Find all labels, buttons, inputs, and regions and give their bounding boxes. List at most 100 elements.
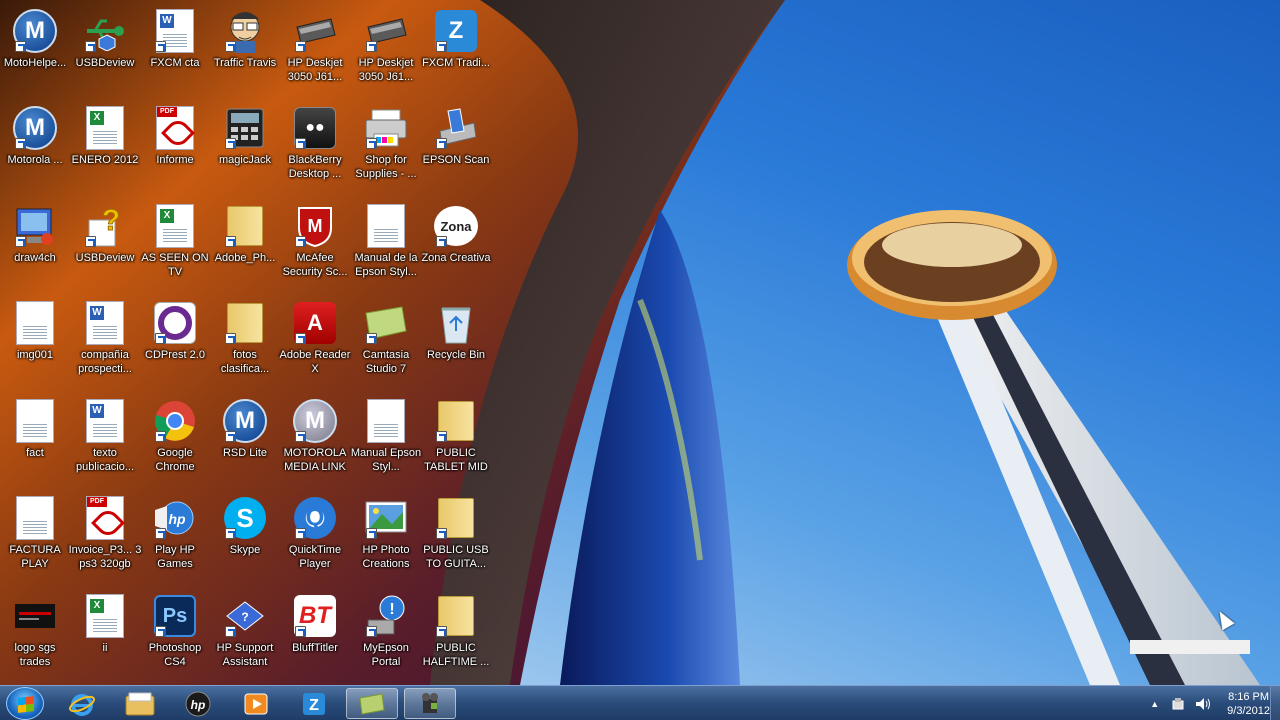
desktop-icon[interactable]: M MotoHelpe... [0, 8, 70, 98]
shortcut-arrow-icon [225, 431, 236, 442]
folder-icon [432, 593, 480, 639]
desktop-icon[interactable]: ●● BlackBerry Desktop ... [280, 105, 350, 195]
word-icon [81, 398, 129, 444]
epson-icon [432, 105, 480, 151]
desktop-icon-label: HP Photo Creations [362, 544, 410, 570]
desktop-icon[interactable]: logo sgs trades [0, 593, 70, 683]
show-desktop-button[interactable] [1270, 686, 1280, 720]
desktop-icon[interactable]: USBDeview [70, 8, 140, 98]
desktop-icon[interactable]: S Skype [210, 495, 280, 585]
shortcut-arrow-icon [366, 626, 377, 637]
bluff-icon: BT [291, 593, 339, 639]
desktop-icon-label: fotos clasifica... [220, 349, 270, 375]
desktop-icon[interactable]: Google Chrome [140, 398, 210, 488]
shortcut-arrow-icon [366, 528, 377, 539]
desktop-icon[interactable]: EPSON Scan [421, 105, 491, 195]
shortcut-arrow-icon [85, 41, 96, 52]
shortcut-arrow-icon [436, 41, 447, 52]
folder-icon [221, 203, 269, 249]
media-player-taskbar-button[interactable] [230, 688, 282, 719]
reader-icon: A [291, 300, 339, 346]
desktop-icon[interactable]: BT BluffTitler [280, 593, 350, 683]
fxcm-taskbar-button[interactable]: Z [288, 688, 340, 719]
desktop-icon[interactable]: FXCM cta [140, 8, 210, 98]
desktop-icon[interactable]: Z FXCM Tradi... [421, 8, 491, 98]
desktop-icon[interactable]: HP Deskjet 3050 J61... [351, 8, 421, 98]
shortcut-arrow-icon [155, 41, 166, 52]
desktop-icon[interactable]: Informe [140, 105, 210, 195]
desktop-icon[interactable]: Traffic Travis [210, 8, 280, 98]
desktop-icon[interactable]: ? HP Support Assistant [210, 593, 280, 683]
desktop-icon[interactable]: fotos clasifica... [210, 300, 280, 390]
shortcut-arrow-icon [155, 528, 166, 539]
desktop-icon[interactable]: Adobe_Ph... [210, 203, 280, 293]
desktop-icon[interactable]: compañia prospecti... [70, 300, 140, 390]
desktop-icon[interactable]: texto publicacio... [70, 398, 140, 488]
taskbar: hp Z ▲ 8:16 PM 9/3/2012 [0, 685, 1280, 720]
desktop-icon[interactable]: Invoice_P3... 3 ps3 320gb [68, 495, 142, 585]
desktop-icon-label: PUBLIC USB TO GUITA... [423, 544, 489, 570]
desktop-icon[interactable]: HP Photo Creations [351, 495, 421, 585]
desktop-icon[interactable]: ! MyEpson Portal [351, 593, 421, 683]
desktop-icon[interactable]: hp Play HP Games [140, 495, 210, 585]
desktop-icon[interactable]: HP Deskjet 3050 J61... [280, 8, 350, 98]
shortcut-arrow-icon [155, 626, 166, 637]
desktop-icon[interactable]: Ps Photoshop CS4 [140, 593, 210, 683]
desktop-icon-label: Play HP Games [155, 544, 195, 570]
desktop-icon-label: Motorola ... [7, 154, 63, 166]
pdf-icon [81, 495, 129, 541]
desktop-icon[interactable]: img001 [0, 300, 70, 390]
desktop-icon[interactable]: ENERO 2012 [70, 105, 140, 195]
desktop-icon[interactable]: Manual Epson Styl... [351, 398, 421, 488]
desktop-icon[interactable]: M McAfee Security Sc... [280, 203, 350, 293]
svg-text:hp: hp [191, 698, 206, 712]
desktop-icon[interactable]: M RSD Lite [210, 398, 280, 488]
shortcut-arrow-icon [295, 333, 306, 344]
camtasia-recorder-taskbar-button[interactable] [404, 688, 456, 719]
desktop-icon[interactable]: AS SEEN ON TV [140, 203, 210, 293]
desktop-icon-label: Camtasia Studio 7 [362, 349, 410, 375]
desktop-icon[interactable]: Shop for Supplies - ... [351, 105, 421, 195]
desktop-icon[interactable]: A Adobe Reader X [280, 300, 350, 390]
fxcm-icon: Z [432, 8, 480, 54]
start-button[interactable] [6, 687, 44, 720]
hp-taskbar-button[interactable]: hp [172, 688, 224, 719]
desktop-icon[interactable]: Camtasia Studio 7 [351, 300, 421, 390]
clock[interactable]: 8:16 PM 9/3/2012 [1227, 690, 1270, 718]
desktop-icon[interactable]: ii [70, 593, 140, 683]
camtasia-taskbar-button[interactable] [346, 688, 398, 719]
internet-explorer-taskbar-button[interactable] [56, 688, 108, 719]
desktop-icon[interactable]: CDPrest 2.0 [140, 300, 210, 390]
desktop-icon[interactable]: FACTURA PLAY [0, 495, 70, 585]
show-hidden-icons-arrow-icon[interactable]: ▲ [1150, 699, 1159, 709]
desktop-icon-label: BluffTitler [292, 642, 338, 654]
shortcut-arrow-icon [85, 236, 96, 247]
desktop-icon[interactable]: PUBLIC HALFTIME ... [421, 593, 491, 683]
safely-remove-hardware-icon[interactable] [1171, 697, 1185, 711]
desktop-icon[interactable]: PUBLIC USB TO GUITA... [421, 495, 491, 585]
desktop-icon-label: MotoHelpe... [3, 57, 67, 69]
windows-explorer-taskbar-button[interactable] [114, 688, 166, 719]
ie-icon [69, 693, 95, 716]
desktop-icon[interactable]: Recycle Bin [421, 300, 491, 390]
desktop-icon[interactable]: draw4ch [0, 203, 70, 293]
shortcut-arrow-icon [225, 626, 236, 637]
desktop-icon-label: EPSON Scan [422, 154, 490, 166]
desktop-icon-label: Invoice_P3... 3 ps3 320gb [68, 544, 142, 570]
desktop-icon-label: Google Chrome [155, 447, 195, 473]
desktop-icon[interactable]: magicJack [210, 105, 280, 195]
desktop-icon-label: Informe [156, 154, 194, 166]
desktop-icon-label: RSD Lite [222, 447, 268, 459]
desktop-icon[interactable]: fact [0, 398, 70, 488]
desktop-icon[interactable]: PUBLIC TABLET MID [421, 398, 491, 488]
svg-text:?: ? [241, 610, 248, 624]
desktop-icon[interactable]: Manual de la Epson Styl... [351, 203, 421, 293]
desktop-icon[interactable]: M Motorola ... [0, 105, 70, 195]
desktop-icon-label: Skype [229, 544, 261, 556]
desktop-icon[interactable]: Zona Zona Creativa [421, 203, 491, 293]
volume-icon[interactable] [1195, 697, 1211, 711]
folder-icon [221, 300, 269, 346]
desktop-icon[interactable]: Q QuickTime Player [280, 495, 350, 585]
desktop-icon[interactable]: M MOTOROLA MEDIA LINK [280, 398, 350, 488]
desktop-icon[interactable]: ? USBDeview [70, 203, 140, 293]
